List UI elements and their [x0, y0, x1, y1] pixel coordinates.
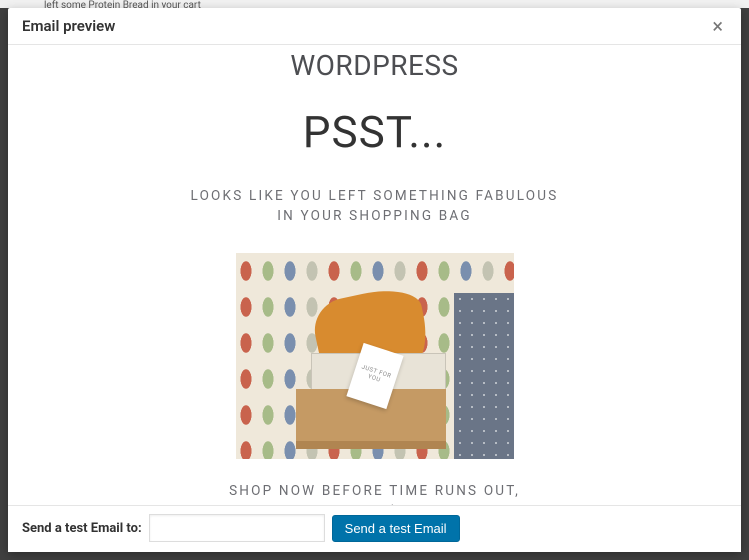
- email-shopnow-line1: SHOP NOW BEFORE TIME RUNS OUT,: [98, 481, 651, 501]
- modal-header: Email preview ×: [8, 8, 741, 45]
- modal-footer: Send a test Email to: Send a test Email: [8, 505, 741, 552]
- email-preview-modal: Email preview × WORDPRESS PSST... LOOKS …: [8, 8, 741, 552]
- polka-gift-bag: [454, 293, 514, 459]
- email-content: WORDPRESS PSST... LOOKS LIKE YOU LEFT SO…: [98, 49, 651, 505]
- email-subline-1: LOOKS LIKE YOU LEFT SOMETHING FABULOUS: [98, 186, 651, 206]
- email-headline: PSST...: [98, 106, 651, 158]
- modal-body-scroll[interactable]: WORDPRESS PSST... LOOKS LIKE YOU LEFT SO…: [8, 45, 741, 505]
- email-container: WORDPRESS PSST... LOOKS LIKE YOU LEFT SO…: [8, 45, 741, 505]
- test-email-label: Send a test Email to:: [22, 521, 142, 536]
- email-shopnow-line2: THESE MUST HAVE ITEMS WON'T BE AROUND FO…: [98, 501, 651, 505]
- modal-title: Email preview: [22, 17, 115, 35]
- brand-logo-text: WORDPRESS: [98, 49, 651, 82]
- close-icon[interactable]: ×: [708, 16, 727, 36]
- hero-image: JUST FOR YOU: [236, 253, 514, 459]
- test-email-input[interactable]: [149, 514, 325, 542]
- hero-image-wrap: JUST FOR YOU: [98, 253, 651, 459]
- email-subline-2: IN YOUR SHOPPING BAG: [98, 206, 651, 226]
- send-test-email-button[interactable]: Send a test Email: [332, 515, 460, 542]
- background-page-fragment: left some Protein Bread in your cart: [0, 0, 749, 8]
